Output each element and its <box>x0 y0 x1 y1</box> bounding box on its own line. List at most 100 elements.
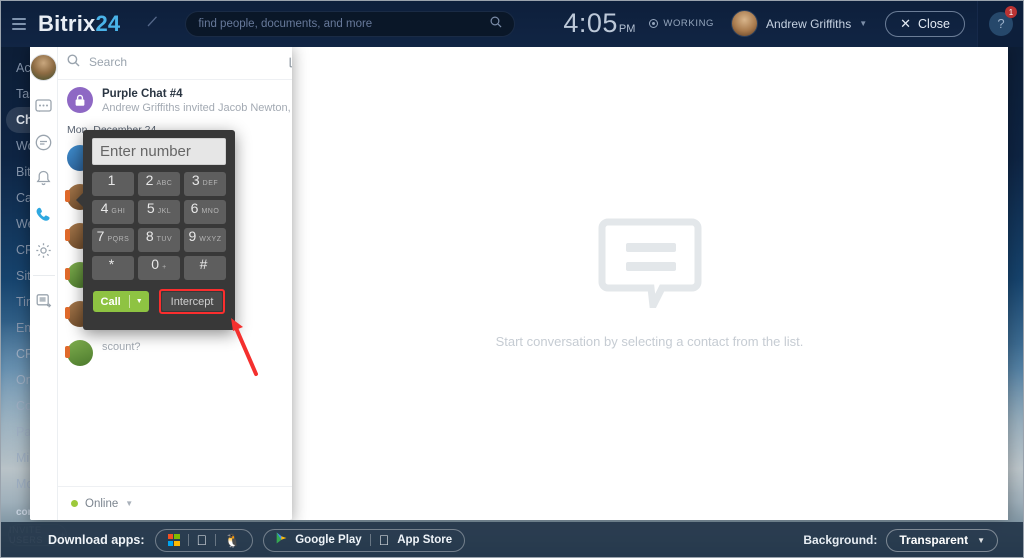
key-digit: 5 <box>146 200 155 216</box>
dialpad-key-hash[interactable]: # <box>184 256 226 280</box>
divider <box>215 534 217 546</box>
clock-widget: 4:05 PM <box>563 8 635 39</box>
dialpad-key-1[interactable]: 1 <box>92 172 134 196</box>
key-digit: 2 <box>145 172 154 188</box>
call-button[interactable]: Call ▼ <box>92 291 149 312</box>
key-digit: 7 <box>96 228 105 244</box>
intercept-button-label: Intercept <box>170 295 214 308</box>
list-item[interactable]: Purple Chat #4 Andrew Griffiths invited … <box>58 80 292 121</box>
sidebar-item-label: Mi <box>16 451 30 465</box>
chevron-down-icon[interactable]: ▼ <box>130 298 149 305</box>
sidebar-item-label: Bit <box>16 165 31 179</box>
intercept-button[interactable]: Intercept <box>161 292 223 311</box>
app-store-label: App Store <box>376 534 452 546</box>
sidebar-item-label: Pa <box>16 425 32 439</box>
close-button[interactable]: ✕ Close <box>885 10 965 37</box>
user-avatar[interactable] <box>30 54 57 81</box>
key-letters: PQRS <box>107 236 130 243</box>
dialpad-key-3[interactable]: 3 DEF <box>184 172 226 196</box>
dialpad-key-8[interactable]: 8 TUV <box>138 228 180 252</box>
phone-icon[interactable] <box>33 203 55 225</box>
bell-icon[interactable] <box>33 167 55 189</box>
close-icon: ✕ <box>900 15 912 31</box>
background-value: Transparent <box>899 533 969 547</box>
logo-text: Bitrix <box>38 10 96 36</box>
apple-icon:  <box>379 533 390 547</box>
linux-icon[interactable]: 🐧 <box>224 534 240 547</box>
chevron-down-icon[interactable]: ▼ <box>859 19 867 28</box>
dialpad-key-star[interactable]: * <box>92 256 134 280</box>
comment-icon[interactable] <box>33 131 55 153</box>
help-label: ? <box>997 16 1005 31</box>
phone-number-input[interactable] <box>92 138 226 165</box>
key-digit: # <box>199 256 208 272</box>
bottom-bar: Download apps:  🐧 Google Play  App Sto… <box>0 522 1024 558</box>
search-input[interactable] <box>198 17 491 30</box>
google-play-icon <box>276 531 287 549</box>
dialpad-key-9[interactable]: 9 WXYZ <box>184 228 226 252</box>
chevron-down-icon[interactable]: ▼ <box>125 499 133 508</box>
working-status[interactable]: WORKING <box>649 18 714 29</box>
unread-indicator <box>65 229 70 241</box>
unread-indicator <box>65 307 70 319</box>
divider <box>369 534 371 546</box>
key-digit: 8 <box>145 228 154 244</box>
sidebar-item-label: Sit <box>16 269 31 283</box>
dialpad-key-6[interactable]: 6 MNO <box>184 200 226 224</box>
key-letters: WXYZ <box>199 236 222 243</box>
key-digit: 6 <box>190 200 199 216</box>
list-item-text: scount? <box>102 340 292 354</box>
dialpad-actions: Call ▼ Intercept <box>92 289 226 314</box>
chat-bubble-placeholder-icon <box>598 216 702 319</box>
key-letters: ABC <box>156 180 173 187</box>
desktop-apps-pill[interactable]:  🐧 <box>154 528 254 552</box>
dialpad-pointer <box>76 192 84 208</box>
unread-indicator <box>65 268 70 280</box>
key-digit: 4 <box>100 200 109 216</box>
clock-ampm: PM <box>618 23 636 35</box>
dialpad-key-2[interactable]: 2 ABC <box>138 172 180 196</box>
chevron-down-icon[interactable]: ▼ <box>977 536 985 545</box>
top-header-bar: Bitrix24 4:05 PM WORKING Andrew Griffith… <box>0 0 1024 47</box>
key-digit: 0 <box>151 256 160 272</box>
presence-status-bar[interactable]: Online ▼ <box>58 486 292 520</box>
key-letters: MNO <box>201 208 220 215</box>
key-digit: 9 <box>188 228 197 244</box>
unread-indicator <box>65 190 70 202</box>
dialpad-key-4[interactable]: 4 GHI <box>92 200 134 224</box>
avatar[interactable] <box>731 10 759 37</box>
global-search-bar[interactable] <box>185 10 516 37</box>
menu-burger-icon[interactable] <box>12 17 26 30</box>
search-input[interactable] <box>89 55 280 69</box>
logo-number: 24 <box>95 10 121 36</box>
apple-icon[interactable]:  <box>197 533 208 547</box>
dialpad-key-5[interactable]: 5 JKL <box>138 200 180 224</box>
chat-bubble-icon[interactable] <box>33 95 55 117</box>
clock-time: 4:05 <box>563 8 618 38</box>
gear-icon[interactable] <box>33 239 55 261</box>
dialpad-key-7[interactable]: 7 PQRS <box>92 228 134 252</box>
app-logo[interactable]: Bitrix24 <box>38 11 120 37</box>
google-play-label: Google Play <box>284 534 361 546</box>
background-select[interactable]: Transparent ▼ <box>886 528 998 552</box>
windows-icon[interactable] <box>167 534 180 546</box>
help-area[interactable]: ? 1 <box>977 0 1024 47</box>
screen-root: Ac Tas Ch Wo Bit Ca We CR Sit Tim Em CR … <box>0 0 1024 558</box>
chat-name: Purple Chat #4 <box>102 88 183 100</box>
mobile-stores-pill[interactable]: Google Play  App Store <box>263 528 466 552</box>
search-icon[interactable] <box>490 16 502 31</box>
close-button-label: Close <box>918 16 950 31</box>
dialpad-keys: 1 2 ABC 3 DEF 4 GHI 5 JKL 6 MNO 7 PQRS 8 TUV 9W… <box>92 172 226 280</box>
compose-icon[interactable] <box>289 54 292 71</box>
working-status-label: WORKING <box>663 18 715 29</box>
open-window-icon[interactable] <box>33 290 55 312</box>
dialpad-key-0[interactable]: 0 + <box>138 256 180 280</box>
download-apps-label: Download apps: <box>48 533 145 547</box>
dialpad-popup: 1 2ABC 3DEF 4GHI 5JKL 6MNO 7PQRS 8TUV 9W… <box>76 130 235 330</box>
edit-pencil-icon[interactable] <box>146 15 159 32</box>
key-digit: 3 <box>191 172 200 188</box>
messenger-rail <box>30 45 58 520</box>
call-button-label: Call <box>100 295 121 308</box>
empty-state-text: Start conversation by selecting a contac… <box>495 334 804 349</box>
user-menu[interactable]: Andrew Griffiths ▼ ✕ Close <box>731 10 965 37</box>
